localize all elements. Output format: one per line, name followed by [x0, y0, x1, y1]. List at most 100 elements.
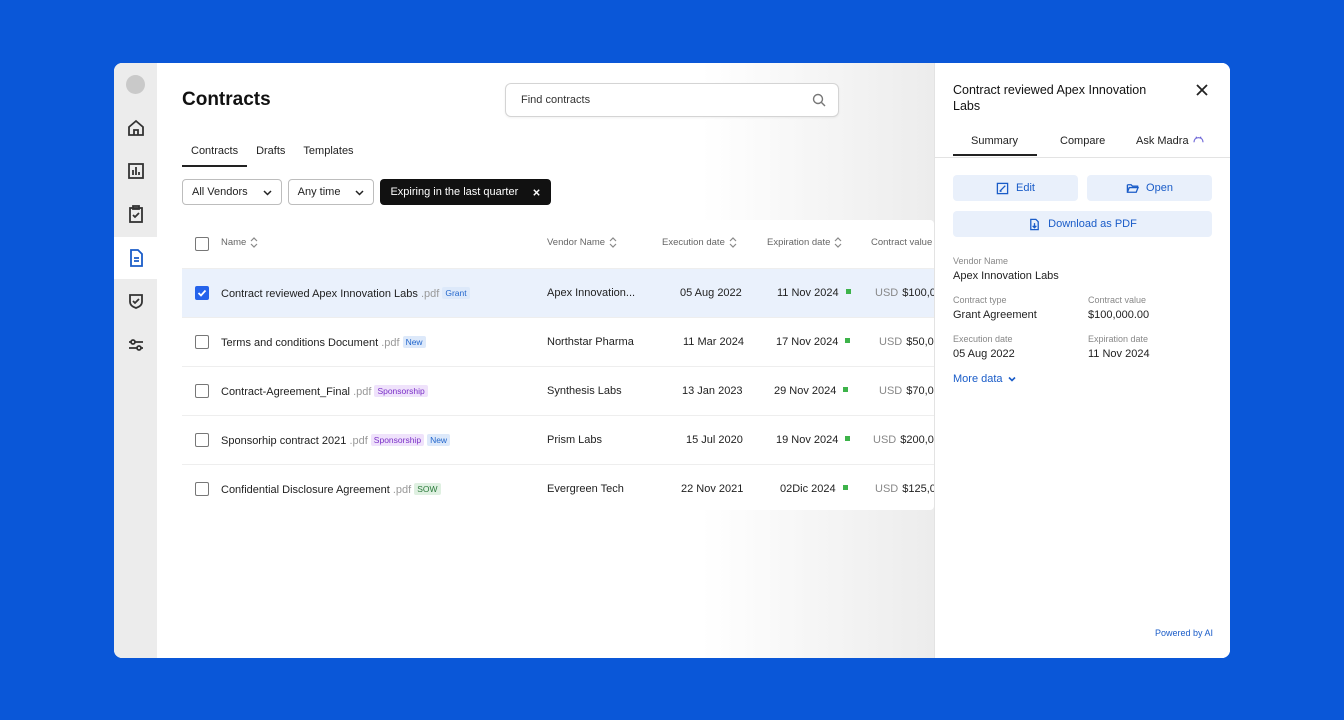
vendor-name-value: Apex Innovation Labs — [953, 270, 1059, 282]
row-contract-value: USD $70,0 — [879, 385, 934, 397]
search-input[interactable]: Find contracts — [505, 83, 839, 117]
filter-bar: All Vendors Any time Expiring in the las… — [182, 179, 552, 205]
file-extension: .pdf — [353, 386, 372, 398]
download-pdf-button[interactable]: Download as PDF — [953, 211, 1212, 237]
status-dot — [845, 338, 851, 343]
document-icon[interactable] — [114, 237, 157, 279]
avatar[interactable] — [126, 75, 145, 94]
tag-badge: New — [427, 434, 451, 446]
row-checkbox[interactable] — [195, 384, 209, 398]
row-expiration-date: 02Dic 2024 — [780, 483, 848, 495]
tab-summary[interactable]: Summary — [971, 135, 1018, 147]
row-vendor: Synthesis Labs — [547, 385, 622, 397]
row-checkbox[interactable] — [195, 286, 209, 300]
row-contract-value: USD$100,00 — [875, 287, 934, 299]
table-row[interactable]: Terms and conditions Document .pdf New No… — [182, 317, 934, 366]
column-header-name-label: Name — [221, 237, 247, 248]
main-content: Contracts Find contracts Contracts Draft… — [157, 63, 934, 658]
status-dot — [842, 485, 848, 490]
table-row[interactable]: Sponsorhip contract 2021 .pdf Sponsorship… — [182, 415, 934, 464]
column-header-expiration[interactable]: Expiration date — [767, 237, 842, 248]
expiration-date-text: 02Dic 2024 — [780, 483, 836, 495]
expiration-date-text: 19 Nov 2024 — [776, 434, 839, 446]
edit-button[interactable]: Edit — [953, 175, 1078, 201]
chevron-down-icon — [355, 189, 364, 196]
download-file-icon — [1030, 218, 1040, 230]
shield-check-icon[interactable] — [114, 280, 157, 322]
status-dot — [845, 436, 851, 441]
more-data-label: More data — [953, 373, 1003, 385]
search-icon — [812, 93, 826, 107]
open-button[interactable]: Open — [1087, 175, 1212, 201]
column-header-name[interactable]: Name — [221, 237, 258, 248]
currency-label: USD — [875, 483, 899, 495]
chevron-down-icon — [263, 189, 272, 196]
table-row[interactable]: Contract-Agreement_Final .pdf Sponsorship… — [182, 366, 934, 415]
active-tab-indicator — [953, 154, 1037, 156]
file-name: Contract-Agreement_Final — [221, 386, 351, 398]
column-header-vendor[interactable]: Vendor Name — [547, 237, 617, 248]
expiration-date-text: 17 Nov 2024 — [776, 336, 839, 348]
execution-date-value: 05 Aug 2022 — [953, 348, 1015, 360]
more-data-link[interactable]: More data — [953, 373, 1017, 385]
row-checkbox[interactable] — [195, 335, 209, 349]
close-icon[interactable] — [532, 188, 541, 197]
home-icon[interactable] — [114, 107, 157, 149]
edit-button-label: Edit — [1016, 182, 1035, 194]
row-execution-date: 11 Mar 2024 — [683, 336, 744, 348]
panel-title: Contract reviewed Apex Innovation Labs — [953, 83, 1147, 113]
tab-ask-madra[interactable]: Ask Madra — [1136, 135, 1205, 147]
row-name[interactable]: Terms and conditions Document .pdf New — [221, 336, 426, 349]
column-header-value[interactable]: Contract value — [871, 237, 932, 248]
row-expiration-date: 19 Nov 2024 — [776, 434, 851, 446]
folder-open-icon — [1126, 183, 1140, 193]
vendor-filter-dropdown[interactable]: All Vendors — [182, 179, 282, 205]
sidebar — [114, 63, 157, 658]
time-filter-dropdown[interactable]: Any time — [287, 179, 375, 205]
analytics-icon[interactable] — [114, 150, 157, 192]
status-dot — [845, 289, 851, 294]
row-name[interactable]: Confidential Disclosure Agreement .pdf SO… — [221, 483, 441, 496]
row-checkbox[interactable] — [195, 433, 209, 447]
row-execution-date: 13 Jan 2023 — [682, 385, 743, 397]
file-name: Confidential Disclosure Agreement — [221, 484, 390, 496]
select-all-checkbox[interactable] — [195, 237, 209, 251]
tab-compare[interactable]: Compare — [1060, 135, 1105, 147]
sort-icon — [609, 237, 617, 248]
expiration-date-text: 29 Nov 2024 — [774, 385, 837, 397]
tab-drafts[interactable]: Drafts — [247, 143, 294, 167]
value-amount: $200,0 — [900, 434, 934, 446]
tag-badge: Grant — [442, 287, 470, 299]
table-row[interactable]: Confidential Disclosure Agreement .pdf SO… — [182, 464, 934, 510]
column-header-value-label: Contract value — [871, 237, 933, 248]
open-button-label: Open — [1146, 182, 1173, 194]
file-name: Contract reviewed Apex Innovation Labs — [221, 288, 418, 300]
file-name: Sponsorhip contract 2021 — [221, 435, 347, 447]
active-filter-label: Expiring in the last quarter — [390, 186, 519, 198]
row-execution-date: 15 Jul 2020 — [686, 434, 743, 446]
row-name[interactable]: Contract-Agreement_Final .pdf Sponsorship — [221, 385, 428, 398]
column-header-execution-label: Execution date — [662, 237, 725, 248]
table-row[interactable]: Contract reviewed Apex Innovation Labs .… — [182, 268, 934, 317]
row-expiration-date: 11 Nov 2024 — [777, 287, 851, 299]
row-name[interactable]: Sponsorhip contract 2021 .pdf Sponsorship… — [221, 434, 451, 447]
row-name[interactable]: Contract reviewed Apex Innovation Labs .… — [221, 287, 470, 300]
column-header-execution[interactable]: Execution date — [662, 237, 737, 248]
time-filter-label: Any time — [297, 186, 341, 198]
settings-sliders-icon[interactable] — [114, 324, 157, 366]
row-vendor: Prism Labs — [547, 434, 603, 446]
row-checkbox[interactable] — [195, 482, 209, 496]
contract-value-value: $100,000.00 — [1088, 309, 1150, 321]
tab-contracts[interactable]: Contracts — [182, 143, 248, 167]
search-placeholder: Find contracts — [521, 94, 591, 106]
tab-templates[interactable]: Templates — [294, 143, 362, 167]
table-header: Name Vendor Name Execution date Expirati… — [182, 220, 934, 266]
row-vendor: Evergreen Tech — [547, 483, 624, 495]
contracts-table: Name Vendor Name Execution date Expirati… — [182, 220, 934, 510]
vendor-filter-label: All Vendors — [192, 186, 248, 198]
active-filter-chip[interactable]: Expiring in the last quarter — [380, 179, 552, 205]
details-panel: Contract reviewed Apex Innovation Labs S… — [934, 63, 1230, 658]
row-contract-value: USD $50,0 — [879, 336, 934, 348]
close-icon[interactable] — [1195, 83, 1209, 97]
clipboard-check-icon[interactable] — [114, 193, 157, 235]
